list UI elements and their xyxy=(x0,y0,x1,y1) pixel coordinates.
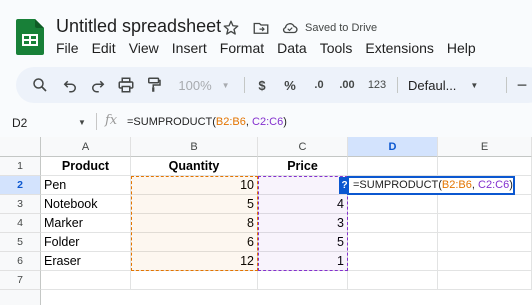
toolbar-divider xyxy=(397,77,398,93)
fx-icon: fx xyxy=(105,113,118,128)
chevron-down-icon: ▼ xyxy=(221,80,230,90)
zoom-select[interactable]: 100% ▼ xyxy=(174,67,234,103)
row-header-3[interactable]: 3 xyxy=(0,195,41,214)
undo-icon xyxy=(63,80,76,93)
decrease-font-size-button[interactable]: − xyxy=(514,67,530,103)
formula-range-a: B2:B6 xyxy=(215,116,246,128)
select-all-corner[interactable] xyxy=(0,137,41,157)
font-value: Defaul... xyxy=(408,77,457,93)
column-header-e[interactable]: E xyxy=(438,137,532,157)
redo-button[interactable] xyxy=(86,67,110,103)
editor-range-b: C2:C6 xyxy=(478,179,510,191)
cell-a7[interactable] xyxy=(41,271,131,290)
cell-e7[interactable] xyxy=(438,271,532,290)
cell-e6[interactable] xyxy=(438,252,532,271)
cell-e5[interactable] xyxy=(438,233,532,252)
name-box[interactable]: D2 xyxy=(12,116,27,130)
cell-d7[interactable] xyxy=(348,271,438,290)
toolbar: 100% ▼ $ % .0 .00 123 Defaul... ▼ − xyxy=(16,67,532,103)
print-button[interactable] xyxy=(114,67,138,103)
column-header-a[interactable]: A xyxy=(41,137,131,157)
cell-d3[interactable] xyxy=(348,195,438,214)
menu-format[interactable]: Format xyxy=(220,40,264,56)
number-format-button[interactable]: 123 xyxy=(365,67,389,103)
cell-d6[interactable] xyxy=(348,252,438,271)
menu-view[interactable]: View xyxy=(129,40,159,56)
menu-edit[interactable]: Edit xyxy=(92,40,116,56)
cell-d5[interactable] xyxy=(348,233,438,252)
menu-help[interactable]: Help xyxy=(447,40,476,56)
range-highlight-c2-c6 xyxy=(258,176,348,271)
row-header-1[interactable]: 1 xyxy=(0,157,41,176)
print-icon xyxy=(118,77,134,93)
cell-d1[interactable] xyxy=(348,157,438,176)
save-status: Saved to Drive xyxy=(305,22,378,34)
cell-e4[interactable] xyxy=(438,214,532,233)
undo-button[interactable] xyxy=(58,67,82,103)
row-header-8[interactable] xyxy=(0,290,41,305)
formula-input[interactable]: =SUMPRODUCT(B2:B6, C2:C6) xyxy=(127,116,287,128)
cloud-saved-icon[interactable] xyxy=(281,19,299,37)
menu-insert[interactable]: Insert xyxy=(172,40,207,56)
decrease-decimal-button[interactable]: .0 xyxy=(308,67,330,103)
redo-icon xyxy=(92,80,105,93)
cell-a5[interactable]: Folder xyxy=(41,233,131,252)
cell-b7[interactable] xyxy=(131,271,258,290)
cell-c7[interactable] xyxy=(258,271,348,290)
sheets-logo-icon[interactable] xyxy=(16,19,44,55)
search-icon xyxy=(33,78,47,92)
row-header-7[interactable]: 7 xyxy=(0,271,41,290)
increase-decimal-label: .00 xyxy=(339,79,355,91)
column-header-c[interactable]: C xyxy=(258,137,348,157)
formula-bar-divider xyxy=(96,113,97,130)
cell-b1[interactable]: Quantity xyxy=(131,157,258,176)
toolbar-divider xyxy=(506,77,507,93)
move-to-folder-icon[interactable] xyxy=(252,19,270,37)
cell-a2[interactable]: Pen xyxy=(41,176,131,195)
font-select[interactable]: Defaul... ▼ xyxy=(408,67,494,103)
decrease-decimal-label: .0 xyxy=(314,79,324,91)
menu-data[interactable]: Data xyxy=(277,40,307,56)
cell-a6[interactable]: Eraser xyxy=(41,252,131,271)
menu-extensions[interactable]: Extensions xyxy=(365,40,433,56)
column-header-b[interactable]: B xyxy=(131,137,258,157)
formula-prefix: =SUMPRODUCT( xyxy=(127,116,216,128)
row-header-4[interactable]: 4 xyxy=(0,214,41,233)
column-header-d[interactable]: D xyxy=(348,137,438,157)
row-header-2[interactable]: 2 xyxy=(0,176,41,195)
percent-format-button[interactable]: % xyxy=(280,67,300,103)
editor-formula-suffix: ) xyxy=(509,179,513,191)
cell-a3[interactable]: Notebook xyxy=(41,195,131,214)
paint-format-button[interactable] xyxy=(142,67,166,103)
chevron-down-icon[interactable]: ▼ xyxy=(78,118,86,127)
menu-bar: File Edit View Insert Format Data Tools … xyxy=(56,40,489,56)
row-header-6[interactable]: 6 xyxy=(0,252,41,271)
cell-c1[interactable]: Price xyxy=(258,157,348,176)
zoom-value: 100% xyxy=(178,77,212,93)
document-title[interactable]: Untitled spreadsheet xyxy=(56,16,221,37)
menu-tools[interactable]: Tools xyxy=(320,40,353,56)
cell-a1[interactable]: Product xyxy=(41,157,131,176)
toolbar-divider xyxy=(244,77,245,93)
editor-range-a: B2:B6 xyxy=(441,179,472,191)
search-menus-button[interactable] xyxy=(28,67,52,103)
cell-d4[interactable] xyxy=(348,214,438,233)
formula-suffix: ) xyxy=(283,116,287,128)
menu-file[interactable]: File xyxy=(56,40,79,56)
cell-d2-editor[interactable]: =SUMPRODUCT(B2:B6, C2:C6) xyxy=(347,176,515,195)
cell-e3[interactable] xyxy=(438,195,532,214)
paint-format-icon xyxy=(148,77,161,92)
row-header-5[interactable]: 5 xyxy=(0,233,41,252)
chevron-down-icon: ▼ xyxy=(470,80,479,90)
star-icon[interactable] xyxy=(222,19,240,37)
cell-e1[interactable] xyxy=(438,157,532,176)
range-highlight-b2-b6 xyxy=(131,176,258,271)
currency-format-button[interactable]: $ xyxy=(252,67,272,103)
increase-decimal-button[interactable]: .00 xyxy=(334,67,360,103)
cell-a4[interactable]: Marker xyxy=(41,214,131,233)
formula-range-b: C2:C6 xyxy=(252,116,284,128)
editor-formula-prefix: =SUMPRODUCT( xyxy=(353,179,442,191)
